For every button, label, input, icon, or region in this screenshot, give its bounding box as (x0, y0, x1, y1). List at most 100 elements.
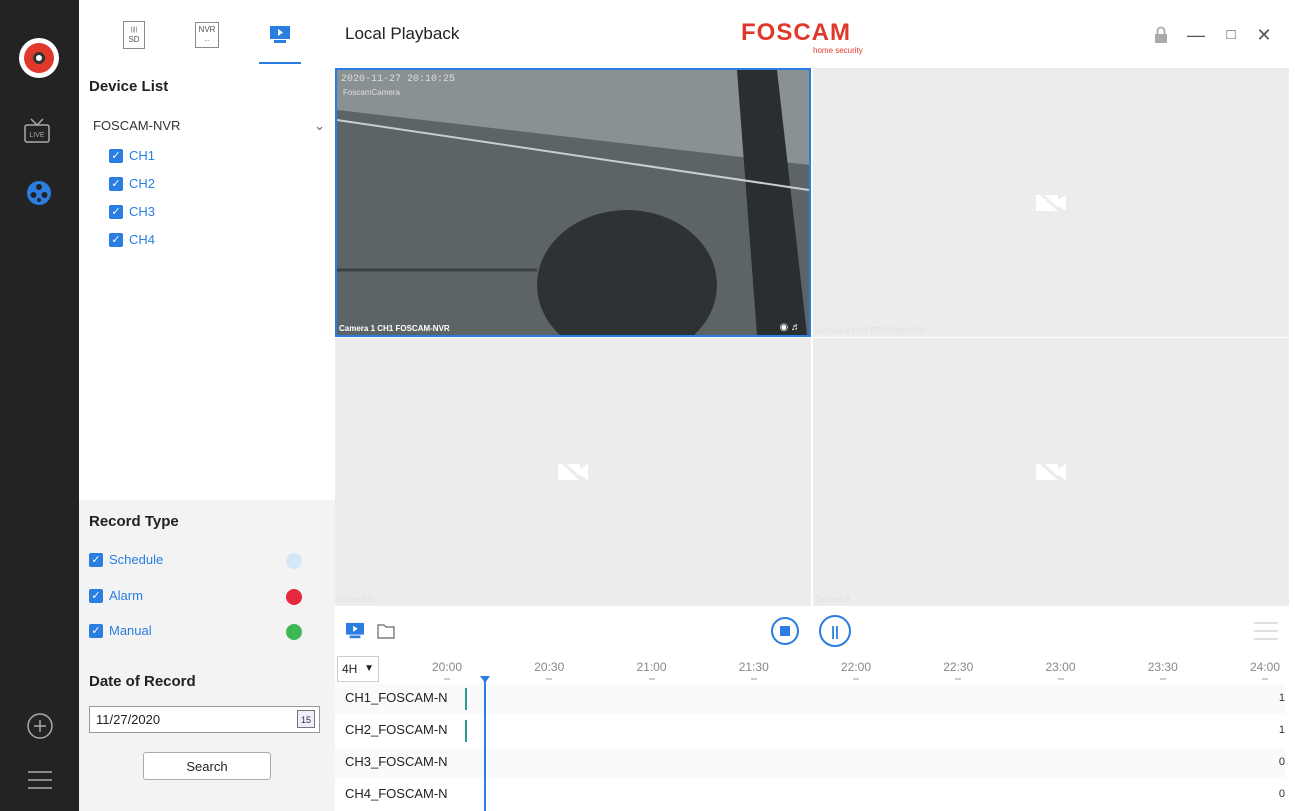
maximize-icon[interactable]: □ (1220, 24, 1242, 46)
track-count: 1 (1278, 692, 1285, 704)
time-span-select[interactable]: 4H ▼ (337, 656, 379, 682)
no-video-icon (558, 458, 588, 486)
timeline-tick-label: 21:00 (636, 660, 667, 674)
playback-icon[interactable] (24, 178, 54, 208)
checkbox-checked-icon[interactable]: ✓ (109, 176, 123, 191)
playhead-marker-icon[interactable] (479, 676, 491, 684)
checkbox-checked-icon[interactable]: ✓ (109, 232, 123, 247)
device-row[interactable]: FOSCAM-NVR ⌄ (93, 118, 325, 134)
record-type-alarm[interactable]: ✓ Alarm (89, 588, 143, 603)
checkbox-checked-icon[interactable]: ✓ (89, 623, 103, 638)
alarm-color-dot (286, 589, 302, 605)
osd-camera-name: FoscamCamera (343, 88, 400, 97)
pause-icon: || (831, 623, 839, 639)
close-icon[interactable]: ✕ (1253, 24, 1275, 46)
folder-icon[interactable] (377, 623, 395, 639)
timeline-tick-mark (1262, 678, 1268, 680)
video-tile-3[interactable]: Camera 3 (335, 338, 811, 606)
track-row[interactable]: CH2_FOSCAM-N 1 (335, 716, 1285, 746)
list-view-icon[interactable] (1253, 621, 1279, 641)
checkbox-checked-icon[interactable]: ✓ (89, 552, 103, 567)
timeline-tick-mark (750, 678, 757, 680)
monitor-play-icon[interactable] (345, 622, 365, 640)
timeline-tick-label: 24:00 (1249, 660, 1281, 674)
device-list-title: Device List (89, 78, 169, 95)
checkbox-checked-icon[interactable]: ✓ (109, 148, 123, 163)
video-tile-2[interactable]: Camera 2 CH2 FOSCAM-NVR (813, 68, 1289, 337)
track-row[interactable]: CH3_FOSCAM-N 0 (335, 748, 1285, 778)
sd-card-icon: |||| SD (123, 21, 145, 49)
add-device-icon[interactable] (26, 712, 54, 740)
playhead-cursor[interactable] (484, 680, 486, 811)
checkbox-checked-icon[interactable]: ✓ (89, 588, 103, 603)
track-count: 1 (1278, 724, 1285, 736)
menu-icon[interactable] (26, 768, 54, 792)
channel-label: CH4 (129, 232, 156, 247)
channel-label: CH3 (129, 204, 156, 219)
timeline-tick-label: 22:30 (943, 660, 974, 674)
lock-icon[interactable] (1150, 24, 1172, 46)
checkbox-checked-icon[interactable]: ✓ (109, 204, 123, 219)
side-panel: |||| SD NVR... Device List FOSCAM-NVR ⌄ ✓… (79, 0, 335, 811)
active-tab-indicator (259, 62, 301, 64)
tile-caption: Camera 4 (815, 595, 851, 604)
record-type-manual[interactable]: ✓ Manual (89, 623, 152, 638)
caret-down-icon: ▼ (364, 663, 374, 674)
camera-feed-image (337, 70, 809, 335)
track-row[interactable]: CH1_FOSCAM-N 1 (335, 684, 1285, 714)
record-type-label: Manual (109, 623, 152, 638)
video-grid: 2020-11-27 20:10:25 FoscamCamera Camera … (335, 68, 1289, 606)
track-name: CH4_FOSCAM-N (345, 786, 448, 801)
search-button[interactable]: Search (143, 752, 271, 780)
track-name: CH1_FOSCAM-N (345, 690, 448, 705)
chevron-down-icon[interactable]: ⌄ (314, 118, 325, 134)
track-row[interactable]: CH4_FOSCAM-N 0 (335, 780, 1285, 810)
timeline-tick-mark (955, 678, 962, 680)
stop-icon (780, 626, 790, 636)
timeline-tick-mark (1057, 678, 1064, 680)
channel-item[interactable]: ✓ CH2 (109, 176, 155, 191)
video-tile-4[interactable]: Camera 4 (813, 338, 1289, 606)
channel-label: CH2 (129, 176, 156, 191)
title-bar: Local Playback FOSCAM home security — □ … (335, 0, 1295, 68)
track-count: 0 (1278, 756, 1285, 768)
record-type-title: Record Type (89, 513, 179, 530)
date-of-record-title: Date of Record (89, 673, 196, 690)
record-segment[interactable] (465, 720, 467, 742)
no-video-icon (1036, 189, 1066, 216)
date-value: 11/27/2020 (96, 712, 161, 727)
date-field[interactable]: 11/27/2020 15 (89, 706, 320, 733)
timeline-tick-label: 23:00 (1045, 660, 1076, 674)
snapshot-icon[interactable]: ◉ (779, 322, 788, 333)
monitor-play-icon (270, 26, 290, 43)
app-logo-icon (19, 38, 59, 78)
timeline-tick-mark (546, 678, 553, 680)
minimize-icon[interactable]: — (1185, 24, 1207, 46)
record-type-schedule[interactable]: ✓ Schedule (89, 552, 163, 567)
timeline-tick-label: 23:30 (1147, 660, 1178, 674)
tab-sd[interactable]: |||| SD (119, 18, 149, 52)
timeline-tick-mark (1159, 678, 1166, 680)
channel-item[interactable]: ✓ CH3 (109, 204, 155, 219)
calendar-icon[interactable]: 15 (297, 710, 315, 728)
nvr-icon: NVR... (195, 22, 219, 48)
channel-item[interactable]: ✓ CH4 (109, 232, 155, 247)
osd-timestamp: 2020-11-27 20:10:25 (341, 74, 456, 85)
record-segment[interactable] (465, 688, 467, 710)
tile-caption: Camera 2 CH2 FOSCAM-NVR (815, 326, 925, 335)
brand-tagline: home security (813, 46, 863, 55)
timeline-tick-label: 20:00 (431, 660, 463, 674)
tab-local[interactable] (265, 18, 295, 52)
track-name: CH3_FOSCAM-N (345, 754, 448, 769)
pause-button[interactable]: || (819, 615, 851, 647)
playback-controls: || (335, 606, 1295, 654)
live-view-icon[interactable]: LIVE (22, 116, 52, 146)
stop-button[interactable] (771, 617, 799, 645)
video-tile-1[interactable]: 2020-11-27 20:10:25 FoscamCamera Camera … (335, 68, 811, 337)
tab-nvr[interactable]: NVR... (192, 18, 222, 52)
mute-icon[interactable]: ♬ (791, 322, 801, 333)
brand-logo: FOSCAM (741, 19, 851, 46)
record-type-label: Alarm (109, 588, 143, 603)
track-count: 0 (1278, 788, 1285, 800)
channel-item[interactable]: ✓ CH1 (109, 148, 155, 163)
